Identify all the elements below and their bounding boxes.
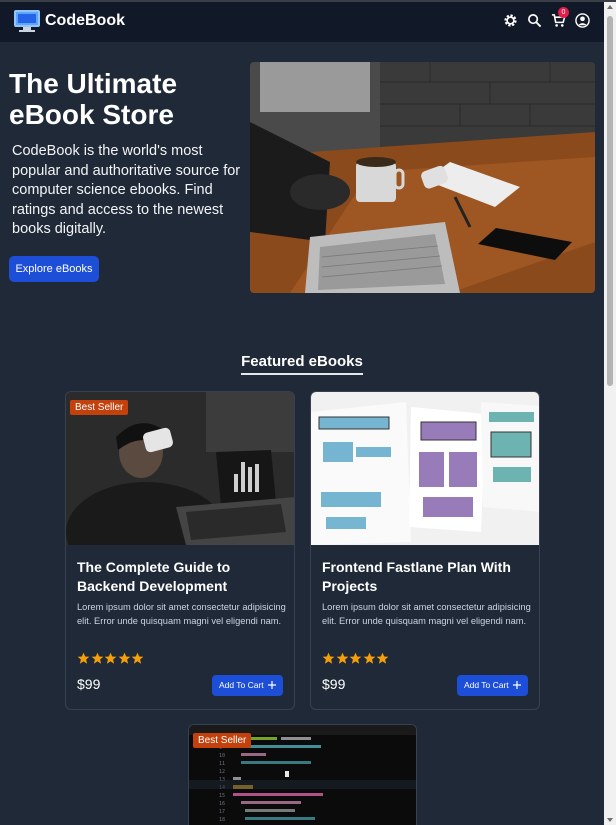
- card-description: Lorem ipsum dolor sit amet consectetur a…: [322, 602, 531, 626]
- add-to-cart-label: Add To Cart: [463, 680, 509, 690]
- star-icon: [91, 652, 103, 664]
- monitor-logo-icon: [14, 10, 40, 32]
- plus-icon: [513, 681, 522, 689]
- user-icon[interactable]: [575, 13, 590, 28]
- star-icon: [104, 652, 117, 664]
- card-price: $99: [322, 676, 346, 692]
- card-title[interactable]: Frontend Fastlane Plan With Projects: [322, 558, 527, 596]
- star-icon: [363, 652, 375, 664]
- svg-text:15: 15: [219, 793, 225, 799]
- rating-stars: [322, 652, 390, 665]
- best-seller-badge: Best Seller: [70, 400, 129, 415]
- scroll-up-arrow-icon[interactable]: [607, 5, 613, 9]
- brand-link[interactable]: CodeBook: [14, 10, 125, 32]
- search-icon[interactable]: [527, 13, 542, 28]
- nav-actions: 0: [494, 7, 590, 28]
- page-scrollbar[interactable]: [604, 2, 616, 825]
- scroll-thumb[interactable]: [607, 16, 613, 386]
- scroll-down-arrow-icon[interactable]: [607, 818, 613, 822]
- svg-text:11: 11: [219, 761, 225, 767]
- brand-name: CodeBook: [45, 12, 125, 29]
- featured-section-title: Featured eBooks: [0, 353, 604, 375]
- add-to-cart-label: Add To Cart: [218, 680, 264, 690]
- navbar: CodeBook 0: [0, 2, 604, 42]
- card-image[interactable]: [311, 392, 539, 545]
- svg-text:10: 10: [219, 753, 225, 759]
- star-icon: [349, 652, 362, 664]
- gear-icon[interactable]: [503, 13, 518, 28]
- product-card[interactable]: 89101112131415161718 Best Seller: [188, 724, 417, 825]
- svg-text:17: 17: [219, 809, 225, 815]
- add-to-cart-button[interactable]: Add To Cart: [212, 675, 283, 696]
- card-title[interactable]: The Complete Guide to Backend Developmen…: [77, 558, 282, 596]
- card-price: $99: [77, 676, 101, 692]
- card-image[interactable]: 89101112131415161718 Best Seller: [189, 725, 416, 825]
- hero-image: [250, 62, 595, 293]
- star-icon: [336, 652, 348, 664]
- product-card[interactable]: Best Seller The Complete Guide to Backen…: [65, 391, 295, 710]
- hero-description: CodeBook is the world's most popular and…: [12, 143, 241, 237]
- plus-icon: [268, 681, 277, 689]
- product-card[interactable]: Frontend Fastlane Plan With Projects Lor…: [310, 391, 540, 710]
- best-seller-badge: Best Seller: [193, 733, 252, 748]
- star-icon: [322, 652, 335, 664]
- cart-count-badge: 0: [558, 7, 569, 18]
- card-image[interactable]: Best Seller: [66, 392, 294, 582]
- svg-text:18: 18: [219, 817, 225, 823]
- star-icon: [131, 652, 144, 664]
- card-description: Lorem ipsum dolor sit amet consectetur a…: [77, 602, 286, 626]
- svg-text:12: 12: [219, 769, 225, 775]
- star-icon: [376, 652, 389, 664]
- cart-icon[interactable]: 0: [551, 7, 569, 28]
- rating-stars: [77, 652, 145, 665]
- star-icon: [118, 652, 130, 664]
- svg-text:16: 16: [219, 801, 225, 807]
- featured-title-text: Featured eBooks: [241, 353, 363, 375]
- star-icon: [77, 652, 90, 664]
- hero-title: The Ultimate eBook Store: [9, 68, 178, 130]
- add-to-cart-button[interactable]: Add To Cart: [457, 675, 528, 696]
- explore-ebooks-button[interactable]: Explore eBooks: [9, 256, 99, 282]
